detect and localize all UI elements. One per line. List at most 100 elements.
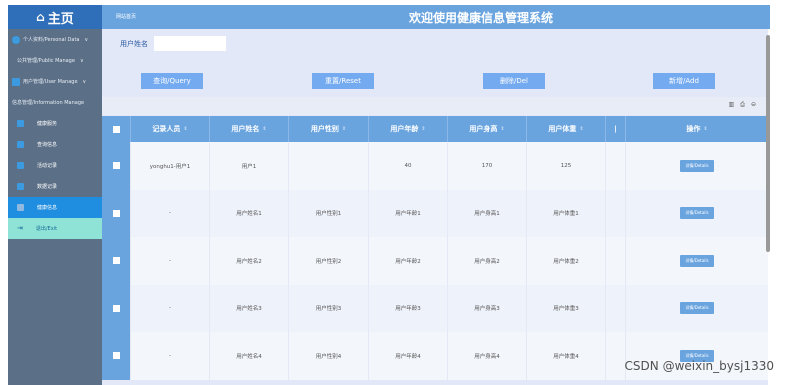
column-header-label: 用户身高 (469, 125, 498, 133)
details-button[interactable]: 详情/Details (680, 254, 714, 267)
table-row: - 用户姓名1 用户性别1 用户年龄1 用户身高1 用户体重1 详情/Details (102, 189, 768, 237)
scrollbar[interactable] (766, 35, 770, 252)
table-cell: 用户年龄2 (369, 237, 448, 285)
sidebar-item-label: 退出/Exit (35, 226, 58, 232)
table-cell: 40 (369, 142, 448, 190)
sidebar: ⌂ 主页 个人资料/Personal Data ∨ 公共管理/Public Ma… (8, 5, 102, 385)
column-header-label: 用户年龄 (390, 125, 419, 133)
table-cell-empty (606, 284, 626, 332)
table-cell (289, 142, 369, 190)
sidebar-item-health-service[interactable]: 健康服务 (8, 113, 102, 134)
details-button[interactable]: 详情/Details (680, 159, 714, 172)
columns-icon[interactable]: ▥ (728, 101, 734, 109)
row-select-cell[interactable] (102, 284, 131, 332)
table-cell: 用户年龄4 (369, 332, 448, 380)
sort-icon: ⇕ (421, 126, 426, 132)
grid-icon (17, 204, 24, 211)
table-row: yonghu1-用户1 用户1 40 170 125 详情/Details (102, 142, 768, 190)
row-checkbox[interactable] (112, 162, 120, 170)
sidebar-item-label: 健康信息 (37, 205, 58, 211)
row-checkbox[interactable] (112, 304, 120, 312)
table-cell: 用户身高4 (448, 332, 527, 380)
chevron-down-icon: ∨ (82, 78, 87, 85)
person-icon (17, 162, 24, 169)
column-header-label: 操作 (686, 125, 701, 133)
row-select-cell[interactable] (102, 237, 131, 285)
details-button[interactable]: 详情/Details (680, 207, 714, 220)
row-select-cell[interactable] (102, 332, 131, 380)
table-cell: 用户姓名2 (210, 237, 289, 285)
table-cell-empty (606, 332, 626, 380)
column-header-label: 记录人员 (152, 125, 181, 133)
table-cell: 用户体重3 (527, 284, 606, 332)
column-header-label: 用户性别 (310, 125, 339, 133)
search-row: 用户姓名 (120, 36, 226, 51)
sidebar-home[interactable]: ⌂ 主页 (8, 5, 102, 29)
table-cell: 用户体重4 (527, 332, 606, 380)
add-button[interactable]: 新增/Add (653, 73, 715, 89)
column-header[interactable]: 用户体重 ⇕ (527, 116, 606, 142)
row-select-cell[interactable] (102, 189, 131, 237)
menu-public-manage[interactable]: 公共管理/Public Manage ∨ (8, 50, 102, 71)
table-cell: yonghu1-用户1 (131, 142, 210, 190)
export-icon[interactable]: ⊖ (751, 101, 756, 109)
bag-icon (17, 183, 24, 190)
table-cell: - (131, 189, 210, 237)
table-cell: 用户性别1 (289, 189, 369, 237)
row-checkbox[interactable] (112, 352, 120, 360)
menu-label: 信息管理/Information Manage (12, 100, 85, 106)
query-button[interactable]: 查询/Query (141, 73, 203, 89)
chevron-down-icon: ∨ (84, 36, 89, 43)
sidebar-item-data-log[interactable]: 数据记录 (8, 176, 102, 197)
row-checkbox[interactable] (112, 257, 120, 265)
sort-icon: ⇕ (579, 126, 584, 132)
delete-button[interactable]: 删除/Del (483, 73, 545, 89)
select-all-checkbox[interactable] (112, 125, 120, 133)
row-select-cell[interactable] (102, 142, 131, 190)
table-cell: 用户性别4 (289, 332, 369, 380)
sidebar-item-label: 查询信息 (37, 142, 58, 148)
table-cell: 用户性别3 (289, 284, 369, 332)
menu-label: 个人资料/Personal Data (23, 37, 80, 43)
exit-icon: ⇥ (17, 224, 23, 232)
column-header[interactable]: 用户姓名 ⇕ (210, 116, 289, 142)
table-cell: 用户姓名4 (210, 332, 289, 380)
watermark: CSDN @weixin_bysj1330 (624, 359, 774, 373)
table-toolbar: ▥ ⎙ ⊖ (102, 97, 768, 115)
table-row: - 用户姓名2 用户性别2 用户年龄2 用户身高2 用户体重2 详情/Details (102, 237, 768, 285)
select-all-cell[interactable] (102, 116, 131, 142)
user-circle-icon (12, 35, 20, 44)
row-checkbox[interactable] (112, 209, 120, 217)
table-header: 记录人员 ⇕ 用户姓名 ⇕ 用户性别 ⇕ 用户年龄 ⇕ 用户身高 ⇕ 用户体重 ⇕ | 操作… (102, 116, 768, 142)
column-header[interactable]: 用户年龄 ⇕ (369, 116, 448, 142)
menu-label: 公共管理/Public Manage (17, 58, 75, 64)
users-icon (12, 77, 20, 86)
chevron-down-icon: ∨ (79, 57, 84, 64)
table-cell: 用户身高1 (448, 189, 527, 237)
details-button[interactable]: 详情/Details (680, 302, 714, 315)
menu-user-manage[interactable]: 用户管理/User Manage ∨ (8, 71, 102, 92)
column-header[interactable]: 用户身高 ⇕ (448, 116, 527, 142)
sort-icon: ⇕ (341, 126, 347, 132)
column-header[interactable]: 用户性别 ⇕ (289, 116, 369, 142)
data-table: 记录人员 ⇕ 用户姓名 ⇕ 用户性别 ⇕ 用户年龄 ⇕ 用户身高 ⇕ 用户体重 ⇕ | 操作… (102, 116, 768, 380)
sidebar-item-health-info[interactable]: 健康信息 (8, 197, 102, 218)
sort-icon: ⇕ (500, 126, 505, 132)
column-header-label: 用户姓名 (231, 125, 260, 133)
menu-icon (12, 57, 14, 65)
table-cell: 用户性别2 (289, 237, 369, 285)
sidebar-item-activity-log[interactable]: 活动记录 (8, 155, 102, 176)
menu-information-manage[interactable]: 信息管理/Information Manage (8, 92, 102, 113)
reset-button[interactable]: 重置/Reset (312, 73, 374, 89)
sort-icon: ⇕ (183, 126, 188, 132)
search-input[interactable] (154, 36, 226, 51)
table-cell: - (131, 284, 210, 332)
menu-personal-data[interactable]: 个人资料/Personal Data ∨ (8, 29, 102, 50)
table-cell-empty (606, 189, 626, 237)
menu-label: 用户管理/User Manage (23, 79, 78, 85)
print-icon[interactable]: ⎙ (740, 101, 745, 109)
sidebar-item-query-info[interactable]: 查询信息 (8, 134, 102, 155)
home-icon: ⌂ (36, 10, 45, 24)
sidebar-item-exit[interactable]: ⇥ 退出/Exit (8, 218, 102, 239)
column-header[interactable]: 记录人员 ⇕ (131, 116, 210, 142)
